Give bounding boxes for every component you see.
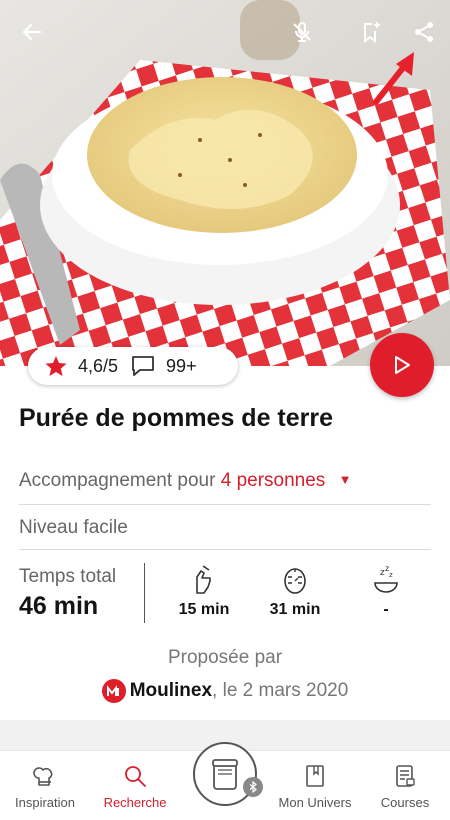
search-icon [125, 766, 146, 787]
nav-inspiration[interactable]: Inspiration [0, 763, 90, 810]
nav-recherche[interactable]: Recherche [90, 763, 180, 810]
total-time-label: Temps total [19, 566, 117, 587]
timer-egg-icon [284, 568, 306, 594]
divider [19, 549, 431, 550]
annotation-arrow-icon [373, 52, 414, 105]
total-time-value: 46 min [19, 592, 99, 620]
rating-value: 4,6/5 [78, 355, 119, 376]
proposed-by-label: Proposée par [167, 647, 283, 668]
svg-text:z: z [389, 571, 393, 579]
cook-time: 31 min [255, 563, 335, 619]
recipe-title: Purée de pommes de terre [19, 404, 334, 432]
rating-pill[interactable]: 4,6/5 99+ [28, 347, 238, 385]
divider [19, 504, 431, 505]
portions-value[interactable]: 4 personnes [221, 470, 326, 491]
comment-count: 99+ [166, 355, 197, 376]
back-arrow-icon [22, 23, 42, 41]
comment-icon [132, 356, 154, 376]
rest-time-value: - [383, 601, 389, 618]
chef-hat-icon [33, 767, 53, 786]
prep-time-value: 15 min [178, 601, 230, 618]
play-button[interactable] [370, 333, 434, 397]
play-icon [395, 356, 410, 374]
nav-mon-univers[interactable]: Mon Univers [270, 763, 360, 810]
bookmark-add-icon [364, 22, 380, 43]
mic-off-button[interactable] [284, 14, 320, 50]
book-icon [306, 765, 324, 787]
nav-label: Courses [380, 795, 430, 810]
bluetooth-icon [243, 777, 263, 797]
nav-label: Recherche [103, 795, 167, 810]
back-button[interactable] [14, 14, 50, 50]
author-line[interactable]: Moulinex , le 2 mars 2020 [0, 679, 450, 703]
star-icon [45, 356, 67, 376]
difficulty-level: Niveau facile [19, 517, 128, 538]
time-separator [144, 563, 145, 623]
shopping-list-icon [396, 765, 415, 787]
device-connect-button[interactable] [193, 742, 257, 806]
nav-label: Mon Univers [278, 795, 352, 810]
rest-bowl-icon: z zz [374, 564, 398, 593]
cook-time-value: 31 min [269, 601, 321, 618]
portions-row[interactable]: Accompagnement pour 4 personnes ▼ [19, 470, 351, 492]
share-icon [415, 22, 433, 42]
brand-name[interactable]: Moulinex [130, 680, 212, 702]
bookmark-add-button[interactable] [352, 14, 388, 50]
portions-prefix: Accompagnement pour [19, 470, 216, 491]
cooking-robot-icon [212, 759, 238, 790]
share-button[interactable] [406, 14, 442, 50]
moulinex-logo-icon [101, 679, 126, 703]
caret-down-icon[interactable]: ▼ [339, 472, 352, 487]
nav-label: Inspiration [15, 795, 75, 810]
mic-off-icon [293, 22, 311, 42]
nav-courses[interactable]: Courses [360, 763, 450, 810]
publish-date: , le 2 mars 2020 [212, 680, 349, 701]
rest-time: zzz - [346, 563, 426, 619]
prep-hand-icon [196, 565, 211, 594]
prep-time: 15 min [164, 563, 244, 619]
